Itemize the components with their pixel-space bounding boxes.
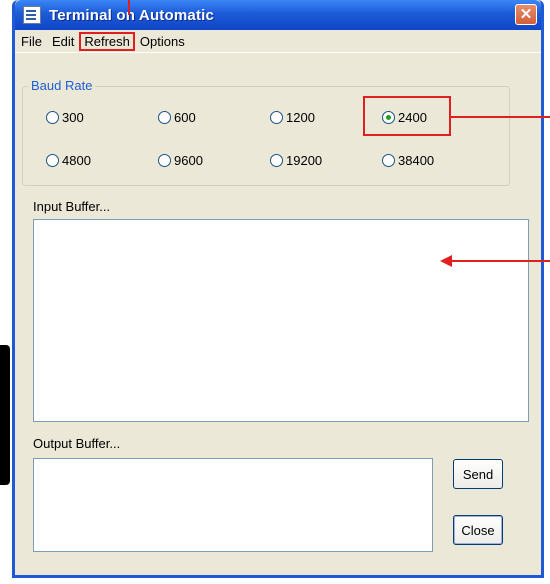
window-title: Terminal on Automatic bbox=[49, 6, 215, 24]
output-buffer-textarea[interactable] bbox=[33, 458, 433, 552]
baud-radio-4800[interactable]: 4800 bbox=[46, 153, 91, 168]
radio-label: 9600 bbox=[174, 153, 203, 168]
radio-circle-icon bbox=[158, 154, 171, 167]
annotation-arrow-icon bbox=[440, 255, 452, 267]
menu-options[interactable]: Options bbox=[136, 33, 189, 50]
radio-label: 600 bbox=[174, 110, 196, 125]
close-button[interactable]: Close bbox=[453, 515, 503, 545]
menu-file[interactable]: File bbox=[17, 33, 46, 50]
menu-refresh[interactable]: Refresh bbox=[79, 31, 135, 51]
close-window-button[interactable]: ✕ bbox=[515, 4, 537, 25]
radio-label: 300 bbox=[62, 110, 84, 125]
radio-label: 38400 bbox=[398, 153, 435, 168]
radio-circle-icon bbox=[270, 111, 283, 124]
send-button[interactable]: Send bbox=[453, 459, 503, 489]
baud-radio-300[interactable]: 300 bbox=[46, 110, 84, 125]
baud-rate-legend: Baud Rate bbox=[28, 78, 96, 93]
annotation-line-input bbox=[450, 260, 550, 262]
radio-circle-icon bbox=[158, 111, 171, 124]
radio-circle-icon bbox=[46, 111, 59, 124]
radio-label: 19200 bbox=[286, 153, 323, 168]
radio-label: 1200 bbox=[286, 110, 315, 125]
baud-radio-38400[interactable]: 38400 bbox=[382, 153, 434, 168]
radio-circle-icon bbox=[382, 154, 395, 167]
selected-baud-annotation bbox=[363, 96, 451, 136]
radio-label: 4800 bbox=[62, 153, 91, 168]
baud-radio-600[interactable]: 600 bbox=[158, 110, 196, 125]
baud-radio-1200[interactable]: 1200 bbox=[270, 110, 315, 125]
menu-edit[interactable]: Edit bbox=[48, 33, 78, 50]
radio-circle-icon bbox=[46, 154, 59, 167]
output-buffer-label: Output Buffer... bbox=[33, 436, 121, 451]
input-buffer-textarea[interactable] bbox=[33, 219, 529, 422]
menu-bar: File Edit Refresh Options bbox=[15, 30, 541, 53]
page-edge-strip bbox=[0, 345, 10, 485]
radio-circle-icon bbox=[270, 154, 283, 167]
title-bar[interactable]: Terminal on Automatic ✕ bbox=[15, 0, 541, 30]
annotation-line-refresh bbox=[128, 0, 130, 15]
input-buffer-label: Input Buffer... bbox=[33, 199, 111, 214]
baud-radio-19200[interactable]: 19200 bbox=[270, 153, 322, 168]
baud-radio-9600[interactable]: 9600 bbox=[158, 153, 203, 168]
annotation-line-baud bbox=[449, 116, 550, 118]
app-icon bbox=[23, 6, 41, 24]
